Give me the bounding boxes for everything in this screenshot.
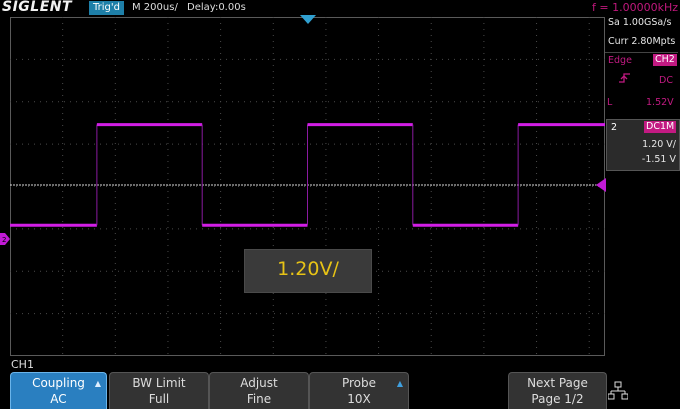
next-page-button[interactable]: Next Page Page 1/2 (508, 372, 607, 409)
channel-offset: -1.51 V (641, 154, 676, 165)
trigger-level-label: L (607, 97, 613, 108)
timebase-readout[interactable]: M 200us/ (132, 2, 178, 13)
trigger-coupling: DC (659, 75, 673, 86)
waveform-display[interactable] (10, 17, 605, 356)
down-triangle-icon[interactable] (300, 15, 316, 25)
coupling-button[interactable]: Coupling AC ▲ (10, 372, 107, 409)
channel-marker-icon[interactable]: 2 (0, 233, 10, 245)
sample-rate: Sa 1.00GSa/s (608, 17, 672, 28)
channel-scale: 1.20 V/ (642, 139, 676, 150)
channel-number: 2 (611, 122, 618, 133)
delay-readout[interactable]: Delay:0.00s (187, 2, 246, 13)
menu-channel-label: CH1 (11, 358, 34, 371)
brand-logo: SIGLENT (2, 0, 73, 15)
adjust-button[interactable]: Adjust Fine (209, 372, 309, 409)
bw-limit-button[interactable]: BW Limit Full (109, 372, 209, 409)
coupling-button-label: Coupling (32, 376, 85, 390)
trigger-level-value: 1.52V (646, 97, 674, 108)
rising-edge-icon (619, 73, 630, 83)
up-arrow-icon: ▲ (94, 379, 101, 388)
trigger-status-badge: Trig'd (89, 1, 124, 15)
frequency-readout: f = 1.00000kHz (592, 1, 678, 14)
next-page-button-label: Next Page (527, 376, 588, 390)
network-icon (608, 381, 628, 400)
adjust-button-value: Fine (246, 392, 272, 406)
bw-limit-button-label: BW Limit (132, 376, 186, 390)
probe-button[interactable]: Probe 10X ▲ (309, 372, 409, 409)
channel-coupling-badge: DC1M (644, 121, 677, 133)
bw-limit-button-value: Full (148, 392, 170, 406)
left-triangle-icon[interactable] (596, 178, 606, 192)
trigger-type: Edge (608, 55, 632, 66)
coupling-button-value: AC (50, 392, 67, 406)
up-arrow-icon: ▲ (396, 379, 403, 388)
probe-button-label: Probe (341, 376, 377, 390)
empty-menu-slot (409, 372, 507, 409)
trigger-source-badge: CH2 (653, 54, 677, 66)
svg-text:2: 2 (2, 236, 6, 244)
adjust-button-label: Adjust (240, 376, 278, 390)
probe-button-value: 10X (347, 392, 371, 406)
next-page-button-value: Page 1/2 (531, 392, 584, 406)
scale-popup-value: 1.20V/ (277, 258, 339, 280)
memory-depth: Curr 2.80Mpts (608, 36, 676, 47)
